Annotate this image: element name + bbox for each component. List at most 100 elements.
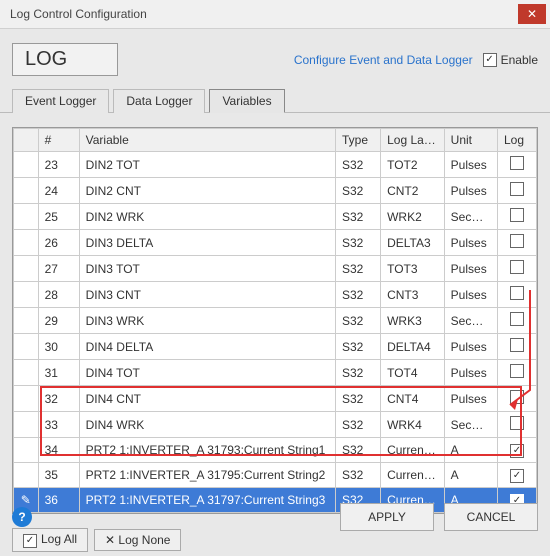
cell-number: 26 [38,230,79,256]
help-button[interactable]: ? [12,507,32,527]
row-indicator [14,204,39,230]
cell-loglabel: TOT3 [381,256,445,282]
row-indicator [14,230,39,256]
row-indicator [14,256,39,282]
log-checkbox[interactable] [510,286,524,300]
log-checkbox[interactable] [510,182,524,196]
close-button[interactable]: ✕ [518,4,546,24]
log-checkbox[interactable] [510,234,524,248]
cell-log [497,204,536,230]
apply-button[interactable]: APPLY [340,503,434,531]
cell-type: S32 [335,308,380,334]
variable-table-wrap: # Variable Type Log Label Unit Log 23DIN… [12,127,538,514]
cell-unit: A [444,463,497,488]
cell-unit: A [444,438,497,463]
cell-number: 28 [38,282,79,308]
log-all-button[interactable]: Log All [12,528,88,552]
x-icon: ✕ [105,533,118,547]
col-variable[interactable]: Variable [79,129,335,152]
log-checkbox[interactable] [510,444,524,458]
tab-event[interactable]: Event Logger [12,89,109,113]
cell-loglabel: CNT3 [381,282,445,308]
table-row[interactable]: 33DIN4 WRKS32WRK4Sec… [14,412,537,438]
configure-logger-link[interactable]: Configure Event and Data Logger [294,53,473,67]
cell-unit: Sec… [444,412,497,438]
table-row[interactable]: 32DIN4 CNTS32CNT4Pulses [14,386,537,412]
cell-log [497,152,536,178]
variable-table: # Variable Type Log Label Unit Log 23DIN… [13,128,537,513]
table-row[interactable]: 27DIN3 TOTS32TOT3Pulses [14,256,537,282]
cell-variable: DIN3 TOT [79,256,335,282]
cell-variable: DIN2 CNT [79,178,335,204]
table-row[interactable]: 30DIN4 DELTAS32DELTA4Pulses [14,334,537,360]
log-checkbox[interactable] [510,260,524,274]
cell-loglabel: WRK4 [381,412,445,438]
dialog: Log Control Configuration ✕ LOG Configur… [0,0,550,541]
cell-loglabel: DELTA4 [381,334,445,360]
log-checkbox[interactable] [510,469,524,483]
table-row[interactable]: 26DIN3 DELTAS32DELTA3Pulses [14,230,537,256]
table-row[interactable]: 31DIN4 TOTS32TOT4Pulses [14,360,537,386]
cell-loglabel: CNT2 [381,178,445,204]
col-type[interactable]: Type [335,129,380,152]
cell-type: S32 [335,256,380,282]
cell-variable: DIN4 WRK [79,412,335,438]
cell-type: S32 [335,463,380,488]
cell-unit: Sec… [444,308,497,334]
cell-number: 33 [38,412,79,438]
cell-variable: DIN4 DELTA [79,334,335,360]
log-checkbox[interactable] [510,416,524,430]
table-row[interactable]: 35PRT2 1:INVERTER_A 31795:Current String… [14,463,537,488]
col-number[interactable]: # [38,129,79,152]
cell-type: S32 [335,360,380,386]
row-indicator-header [14,129,39,152]
cell-number: 35 [38,463,79,488]
cell-type: S32 [335,334,380,360]
header-row: LOG Configure Event and Data Logger Enab… [0,29,550,80]
table-row[interactable]: 23DIN2 TOTS32TOT2Pulses [14,152,537,178]
cell-variable: PRT2 1:INVERTER_A 31795:Current String2 [79,463,335,488]
log-name-field[interactable]: LOG [12,43,118,76]
cell-number: 24 [38,178,79,204]
col-unit[interactable]: Unit [444,129,497,152]
close-icon: ✕ [527,7,537,21]
tab-data[interactable]: Data Logger [113,89,205,113]
table-row[interactable]: 29DIN3 WRKS32WRK3Sec… [14,308,537,334]
cell-log [497,412,536,438]
table-row[interactable]: 28DIN3 CNTS32CNT3Pulses [14,282,537,308]
log-checkbox[interactable] [510,156,524,170]
col-log[interactable]: Log [497,129,536,152]
cell-unit: Pulses [444,334,497,360]
table-row[interactable]: 34PRT2 1:INVERTER_A 31793:Current String… [14,438,537,463]
log-checkbox[interactable] [510,364,524,378]
tab-vars[interactable]: Variables [209,89,284,113]
row-indicator [14,463,39,488]
log-checkbox[interactable] [510,390,524,404]
cell-type: S32 [335,152,380,178]
cell-log [497,282,536,308]
check-icon [23,534,37,548]
col-log-label[interactable]: Log Label [381,129,445,152]
row-indicator [14,438,39,463]
enable-checkbox[interactable] [483,53,497,67]
window-title: Log Control Configuration [10,7,518,21]
cell-log [497,178,536,204]
log-checkbox[interactable] [510,312,524,326]
cell-number: 25 [38,204,79,230]
row-indicator [14,308,39,334]
log-checkbox[interactable] [510,208,524,222]
footer: ? APPLY CANCEL [12,503,538,531]
cell-log [497,386,536,412]
table-row[interactable]: 24DIN2 CNTS32CNT2Pulses [14,178,537,204]
log-none-button[interactable]: ✕ Log None [94,529,181,551]
cell-number: 34 [38,438,79,463]
cell-loglabel: WRK3 [381,308,445,334]
table-row[interactable]: 25DIN2 WRKS32WRK2Sec… [14,204,537,230]
row-indicator [14,412,39,438]
log-checkbox[interactable] [510,338,524,352]
cell-unit: Pulses [444,230,497,256]
cell-unit: Sec… [444,204,497,230]
enable-label: Enable [501,53,538,67]
cancel-button[interactable]: CANCEL [444,503,538,531]
row-indicator [14,178,39,204]
